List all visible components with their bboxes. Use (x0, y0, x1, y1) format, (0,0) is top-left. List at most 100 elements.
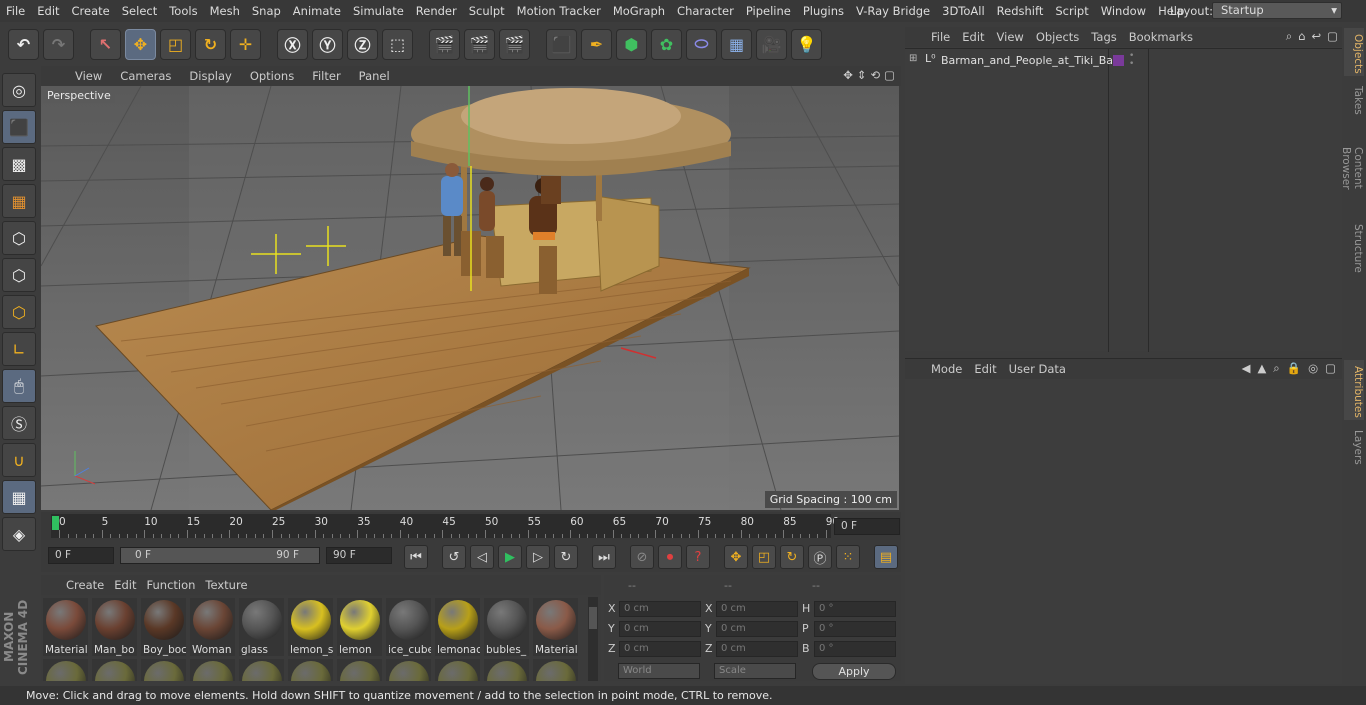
menu-plugins[interactable]: Plugins (797, 4, 850, 18)
undo-button[interactable]: ↶ (8, 28, 39, 60)
search-icon[interactable]: ⌕ (1286, 29, 1292, 44)
render-settings-button[interactable]: 🎬 (499, 28, 530, 60)
model-mode-button[interactable]: ⬛ (2, 110, 36, 144)
menu-mesh[interactable]: Mesh (204, 4, 246, 18)
menu-tools[interactable]: Tools (163, 4, 203, 18)
new-window-icon[interactable]: ▢ (1325, 361, 1336, 376)
cloner-button[interactable]: ✿ (651, 28, 682, 60)
subdivision-button[interactable]: ⬢ (616, 28, 647, 60)
frame-range-slider[interactable]: 0 F 90 F (120, 547, 320, 564)
arrow-left-icon[interactable]: ◀ (1242, 361, 1251, 376)
polygon-mode-button[interactable]: ⬡ (2, 295, 36, 329)
play-button[interactable]: ▶ (498, 545, 522, 569)
axis-mode-button[interactable]: ∟ (2, 332, 36, 366)
attributes-menu-edit[interactable]: Edit (968, 362, 1002, 376)
scale-tool-button[interactable]: ◰ (160, 28, 191, 60)
viewport-menu-cameras[interactable]: Cameras (111, 69, 180, 83)
planar-workplane-button[interactable]: ◈ (2, 517, 36, 551)
live-selection-button[interactable]: ↖ (90, 28, 121, 60)
dolly-icon[interactable]: ⇕ (857, 68, 867, 82)
material-swatch[interactable]: lemon (337, 598, 382, 656)
prev-key-button[interactable]: ↺ (442, 545, 466, 569)
visibility-dots-icon[interactable]: • • (1129, 52, 1134, 69)
menu-redshift[interactable]: Redshift (991, 4, 1050, 18)
menu-simulate[interactable]: Simulate (347, 4, 410, 18)
deformer-button[interactable]: ⬭ (686, 28, 717, 60)
objects-menu-edit[interactable]: Edit (956, 30, 990, 44)
material-swatch[interactable] (484, 659, 529, 681)
new-window-icon[interactable]: ▢ (1327, 29, 1338, 44)
key-scale-button[interactable]: ◰ (752, 545, 776, 569)
material-swatch[interactable] (92, 659, 137, 681)
cube-object-button[interactable]: ⬛ (546, 28, 577, 60)
coordinate-system-button[interactable]: ⬚ (382, 28, 413, 60)
material-menu-texture[interactable]: Texture (200, 578, 252, 592)
current-frame-field[interactable]: 0 F (834, 518, 900, 535)
camera-button[interactable]: 🎥 (756, 28, 787, 60)
timeline-view-button[interactable]: ▤ (874, 545, 898, 569)
tab-content-browser[interactable]: Content Browser (1340, 122, 1364, 214)
material-swatch[interactable] (386, 659, 431, 681)
record-keys-button[interactable]: ⊘ (630, 545, 654, 569)
target-icon[interactable]: ◎ (1308, 361, 1318, 376)
tab-takes[interactable]: Takes (1344, 80, 1364, 118)
menu-3dtoall[interactable]: 3DToAll (936, 4, 991, 18)
perspective-viewport[interactable]: Perspective Grid Spacing : 100 cm (41, 86, 899, 510)
material-swatch[interactable] (337, 659, 382, 681)
redo-button[interactable]: ↷ (43, 28, 74, 60)
size-y-field[interactable]: 0 cm (716, 621, 798, 637)
render-picture-viewer-button[interactable]: 🎬 (464, 28, 495, 60)
tab-structure[interactable]: Structure (1344, 218, 1364, 274)
viewport-menu-options[interactable]: Options (241, 69, 303, 83)
home-icon[interactable]: ⌂ (1298, 29, 1305, 44)
menu-mograph[interactable]: MoGraph (607, 4, 671, 18)
pos-z-field[interactable]: 0 cm (619, 641, 701, 657)
menu-file[interactable]: File (0, 4, 31, 18)
size-z-field[interactable]: 0 cm (716, 641, 798, 657)
material-swatch[interactable] (239, 659, 284, 681)
material-menu-function[interactable]: Function (142, 578, 201, 592)
locked-workplane-button[interactable]: ▦ (2, 480, 36, 514)
keyframe-selection-button[interactable]: ? (686, 545, 710, 569)
viewport-menu-display[interactable]: Display (180, 69, 240, 83)
lock-icon[interactable]: 🔒 (1287, 361, 1301, 376)
menu-character[interactable]: Character (671, 4, 740, 18)
objects-menu-view[interactable]: View (991, 30, 1030, 44)
orbit-icon[interactable]: ⟲ (870, 68, 880, 82)
attributes-menu-mode[interactable]: Mode (925, 362, 968, 376)
next-key-button[interactable]: ↻ (554, 545, 578, 569)
pen-spline-button[interactable]: ✒ (581, 28, 612, 60)
material-swatch[interactable] (190, 659, 235, 681)
x-axis-button[interactable]: Ⓧ (277, 28, 308, 60)
light-button[interactable]: 💡 (791, 28, 822, 60)
end-frame-field[interactable]: 90 F (326, 547, 392, 564)
material-swatch[interactable]: Boy_boc (141, 598, 186, 656)
menu-pipeline[interactable]: Pipeline (740, 4, 797, 18)
timeline[interactable]: 0 5 10 15 20 25 30 35 40 45 50 55 60 65 70 75 80 85 90 0 F (41, 512, 901, 540)
timeline-ruler[interactable]: 0 5 10 15 20 25 30 35 40 45 50 55 60 65 70 75 80 85 90 (51, 514, 839, 538)
menu-script[interactable]: Script (1049, 4, 1094, 18)
material-swatch[interactable]: Woman (190, 598, 235, 656)
menu-vray-bridge[interactable]: V-Ray Bridge (850, 4, 936, 18)
render-view-button[interactable]: 🎬 (429, 28, 460, 60)
key-rotation-button[interactable]: ↻ (780, 545, 804, 569)
back-icon[interactable]: ↩ (1311, 29, 1321, 44)
coord-size-mode-select[interactable]: Scale (714, 663, 796, 679)
objects-menu-objects[interactable]: Objects (1030, 30, 1085, 44)
apply-button[interactable]: Apply (812, 663, 896, 680)
next-frame-button[interactable]: ▷ (526, 545, 550, 569)
goto-start-button[interactable]: ⏮ (404, 545, 428, 569)
material-swatch[interactable] (288, 659, 333, 681)
viewport-menu-filter[interactable]: Filter (303, 69, 349, 83)
layout-select[interactable]: Startup ▾ (1212, 2, 1342, 19)
texture-mode-button[interactable]: ▩ (2, 147, 36, 181)
arrow-up-icon[interactable]: ▲ (1257, 361, 1266, 376)
z-axis-button[interactable]: Ⓩ (347, 28, 378, 60)
pos-x-field[interactable]: 0 cm (619, 601, 701, 617)
pos-y-field[interactable]: 0 cm (619, 621, 701, 637)
material-swatch[interactable]: Man_bo (92, 598, 137, 656)
material-swatch[interactable]: lemon_s (288, 598, 333, 656)
rot-p-field[interactable]: 0 ° (814, 621, 896, 637)
menu-sculpt[interactable]: Sculpt (463, 4, 511, 18)
material-swatch[interactable] (533, 659, 578, 681)
